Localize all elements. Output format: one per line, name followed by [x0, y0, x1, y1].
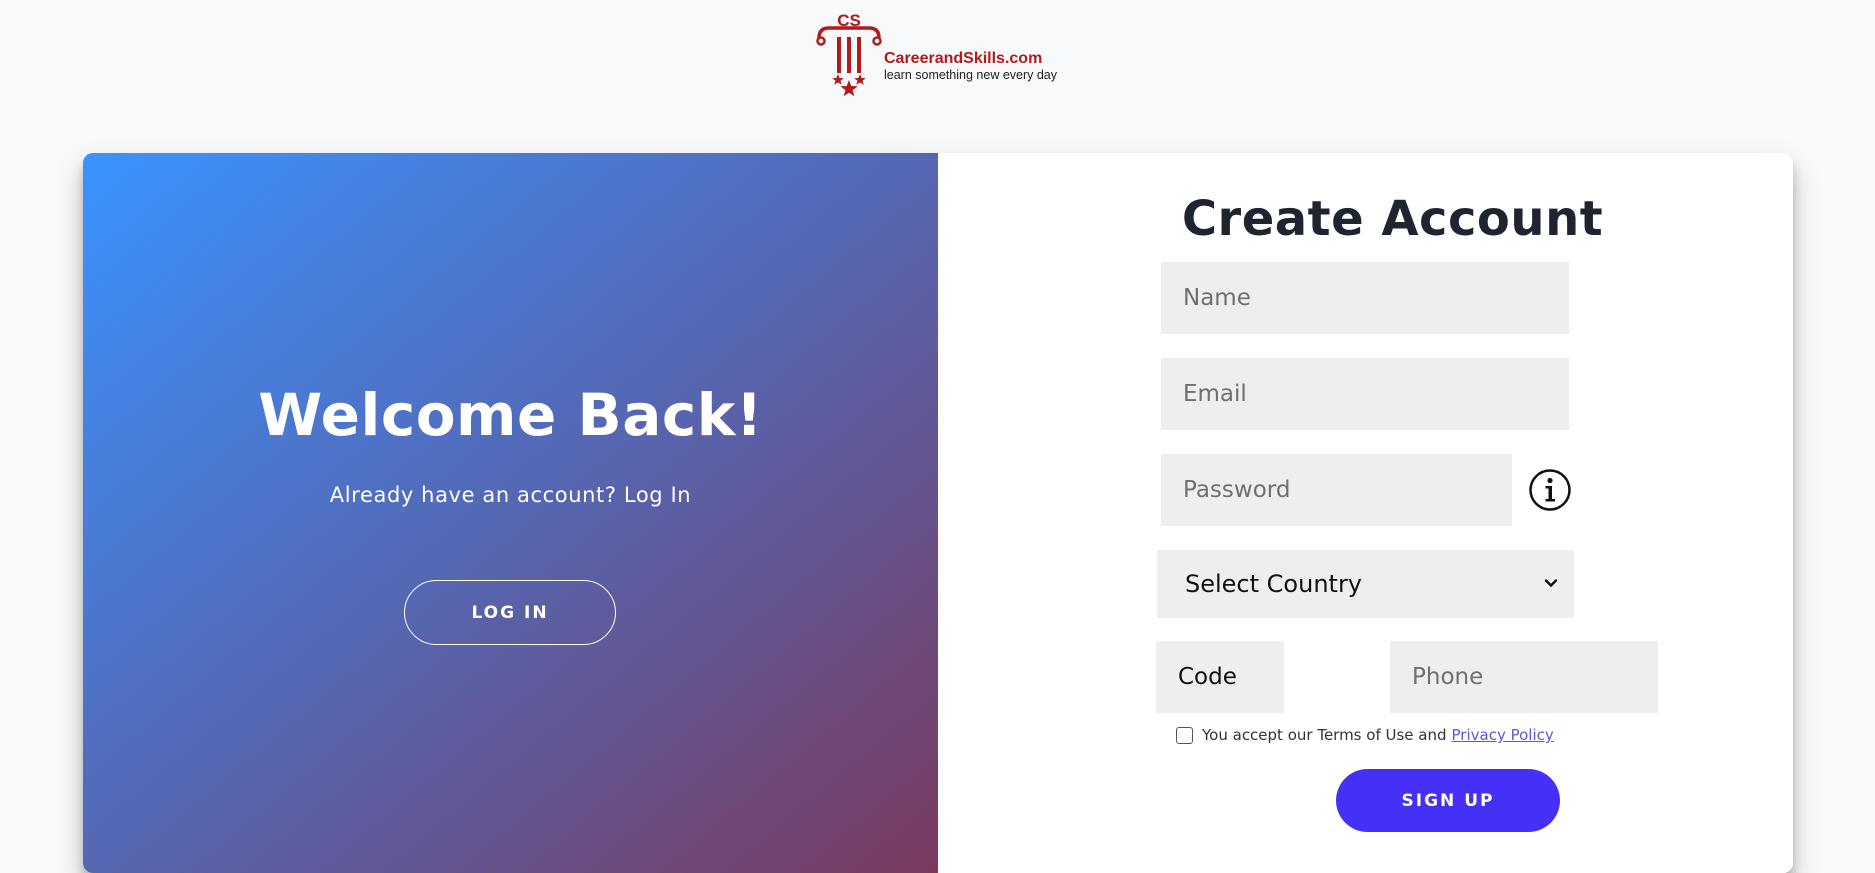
country-select[interactable]: Select Country [1157, 550, 1574, 618]
welcome-text: Already have an account? Log In [329, 483, 692, 507]
terms-checkbox[interactable] [1176, 726, 1193, 744]
country-code-value: Code [1178, 664, 1237, 690]
phone-input[interactable] [1390, 641, 1658, 713]
welcome-panel: Welcome Back! Already have an account? L… [83, 153, 938, 873]
password-input[interactable] [1161, 454, 1512, 526]
chevron-down-icon [1544, 579, 1558, 588]
site-logo[interactable]: CS CareerandSkills.com learn something n… [815, 10, 1070, 102]
signup-button[interactable]: SIGN UP [1336, 769, 1560, 832]
welcome-title: Welcome Back! [258, 381, 763, 449]
terms-text: You accept our Terms of Use and [1202, 726, 1447, 744]
signup-form: Create Account Select Country Code You a… [938, 153, 1793, 873]
email-input[interactable] [1161, 358, 1569, 430]
site-header: CS CareerandSkills.com learn something n… [0, 0, 1875, 153]
form-title: Create Account [1181, 191, 1604, 247]
logo-tagline: learn something new every day [884, 68, 1058, 82]
name-input[interactable] [1161, 262, 1569, 334]
privacy-policy-link[interactable]: Privacy Policy [1452, 726, 1554, 744]
terms-row: You accept our Terms of Use and Privacy … [1176, 724, 1554, 746]
info-circle-icon[interactable] [1528, 468, 1572, 512]
login-button[interactable]: LOG IN [404, 580, 616, 645]
logo-monogram: CS [837, 11, 861, 30]
country-code-field[interactable]: Code [1156, 641, 1284, 713]
logo-site-name: CareerandSkills.com [884, 50, 1043, 67]
auth-card: Welcome Back! Already have an account? L… [83, 153, 1793, 873]
country-select-value: Select Country [1185, 570, 1363, 598]
